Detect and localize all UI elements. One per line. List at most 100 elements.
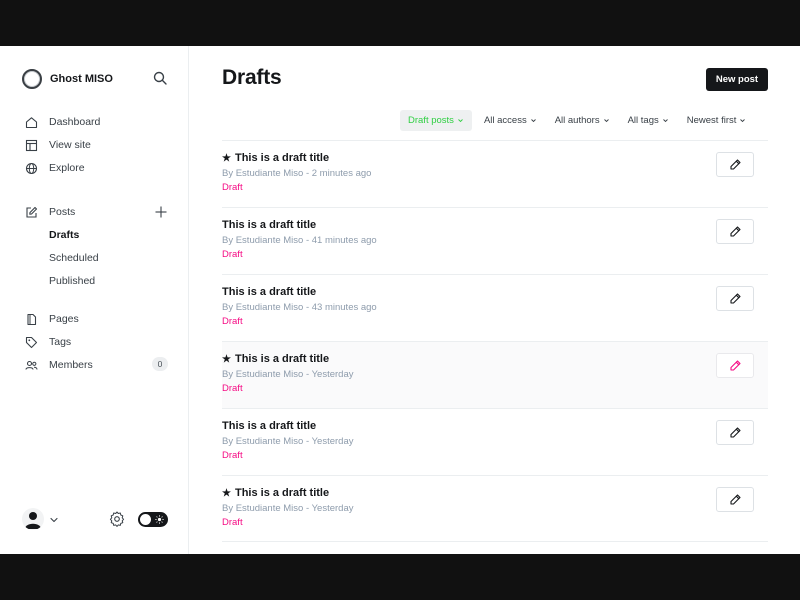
app-window: Ghost MISO Dashboard View site Explore P… xyxy=(0,46,800,554)
post-row[interactable]: This is a draft title By Estudiante Miso… xyxy=(222,408,768,475)
sidebar-item-posts[interactable]: Posts xyxy=(24,203,75,221)
sidebar-footer xyxy=(22,508,172,530)
post-row[interactable]: ★ This is a draft title By Estudiante Mis… xyxy=(222,140,768,207)
post-title-text: This is a draft title xyxy=(222,420,317,432)
filter-order-dropdown[interactable]: Newest first xyxy=(681,110,753,131)
sidebar-item-scheduled[interactable]: Scheduled xyxy=(49,250,99,266)
theme-toggle[interactable] xyxy=(138,512,168,527)
tag-icon xyxy=(24,335,38,349)
filter-label: Draft posts xyxy=(408,115,454,126)
pencil-icon xyxy=(729,427,741,438)
sidebar-item-label: Members xyxy=(49,359,93,371)
brand-name: Ghost MISO xyxy=(50,73,113,85)
edit-post-button[interactable] xyxy=(716,152,754,177)
gear-icon[interactable] xyxy=(108,510,126,528)
sidebar-item-label: View site xyxy=(49,139,91,151)
page-title: Drafts xyxy=(222,66,282,89)
pencil-icon xyxy=(729,293,741,304)
sidebar-item-members[interactable]: Members xyxy=(24,356,93,374)
post-meta: By Estudiante Miso - Yesterday xyxy=(222,369,354,380)
post-title: This is a draft title xyxy=(222,286,316,298)
toggle-knob xyxy=(140,514,151,525)
post-meta: By Estudiante Miso - 43 minutes ago xyxy=(222,302,377,313)
pencil-icon xyxy=(729,360,741,371)
pages-icon xyxy=(24,312,38,326)
edit-post-button[interactable] xyxy=(716,353,754,378)
filter-access-dropdown[interactable]: All access xyxy=(478,110,543,131)
pencil-icon xyxy=(729,494,741,505)
filter-tags-dropdown[interactable]: All tags xyxy=(622,110,675,131)
star-icon: ★ xyxy=(222,353,231,365)
chevron-down-icon xyxy=(603,117,610,124)
post-row[interactable]: This is a draft title By Estudiante Miso… xyxy=(222,207,768,274)
filter-label: All access xyxy=(483,115,527,126)
sidebar-item-label: Tags xyxy=(49,336,72,348)
edit-post-button[interactable] xyxy=(716,420,754,445)
post-title: This is a draft title xyxy=(222,219,316,231)
star-icon: ★ xyxy=(222,487,231,499)
filter-label: All tags xyxy=(627,115,659,126)
filter-label: All authors xyxy=(554,115,600,126)
post-title: ★ This is a draft title xyxy=(222,487,329,499)
layout-icon xyxy=(24,138,38,152)
sidebar-item-dashboard[interactable]: Dashboard xyxy=(24,113,100,131)
search-icon[interactable] xyxy=(151,69,169,87)
pencil-icon xyxy=(729,226,741,237)
status-badge: Draft xyxy=(222,249,243,260)
post-title: This is a draft title xyxy=(222,420,316,432)
status-badge: Draft xyxy=(222,182,243,193)
chevron-down-icon xyxy=(457,117,464,124)
status-badge: Draft xyxy=(222,517,243,528)
filter-type-dropdown[interactable]: Draft posts xyxy=(400,110,472,131)
sidebar-item-label: Dashboard xyxy=(49,116,101,128)
post-title-text: This is a draft title xyxy=(234,487,330,499)
chevron-down-icon xyxy=(739,117,746,124)
add-post-plus-icon[interactable] xyxy=(154,205,168,219)
sidebar-item-label: Explore xyxy=(49,162,85,174)
post-title-text: This is a draft title xyxy=(234,353,330,365)
post-row[interactable]: ★ This is a draft title By Estudiante Mis… xyxy=(222,341,768,408)
post-title-text: This is a draft title xyxy=(222,286,317,298)
edit-post-button[interactable] xyxy=(716,487,754,512)
brand[interactable]: Ghost MISO xyxy=(22,68,172,90)
brand-logo xyxy=(22,69,42,89)
post-title-text: This is a draft title xyxy=(222,219,317,231)
star-icon: ★ xyxy=(222,152,231,164)
chevron-down-icon xyxy=(530,117,537,124)
sidebar: Ghost MISO Dashboard View site Explore P… xyxy=(0,46,189,554)
members-count-badge: 0 xyxy=(152,357,168,371)
post-meta: By Estudiante Miso - Yesterday xyxy=(222,503,354,514)
post-meta: By Estudiante Miso - Yesterday xyxy=(222,436,354,447)
post-meta: By Estudiante Miso - 2 minutes ago xyxy=(222,168,372,179)
chevron-down-icon xyxy=(662,117,669,124)
edit-post-button[interactable] xyxy=(716,286,754,311)
sidebar-item-label: Posts xyxy=(49,206,76,218)
filter-authors-dropdown[interactable]: All authors xyxy=(549,110,616,131)
filter-label: Newest first xyxy=(686,115,737,126)
pencil-icon xyxy=(729,159,741,170)
globe-icon xyxy=(24,161,38,175)
chevron-down-icon[interactable] xyxy=(48,513,60,525)
sun-icon xyxy=(155,515,164,524)
post-meta: By Estudiante Miso - 41 minutes ago xyxy=(222,235,377,246)
post-row[interactable]: This is a draft title By Estudiante Miso… xyxy=(222,274,768,341)
status-badge: Draft xyxy=(222,383,243,394)
main-content: Drafts New post Draft posts All access A… xyxy=(189,46,800,554)
sidebar-item-published[interactable]: Published xyxy=(49,273,95,289)
new-post-button[interactable]: New post xyxy=(706,68,768,91)
post-title-text: This is a draft title xyxy=(234,152,330,164)
sidebar-item-drafts[interactable]: Drafts xyxy=(49,227,79,243)
sidebar-item-pages[interactable]: Pages xyxy=(24,310,79,328)
avatar[interactable] xyxy=(22,508,44,530)
members-icon xyxy=(24,358,38,372)
sidebar-item-view-site[interactable]: View site xyxy=(24,136,91,154)
post-row[interactable]: ★ This is a draft title By Estudiante Mis… xyxy=(222,475,768,542)
sidebar-item-tags[interactable]: Tags xyxy=(24,333,71,351)
letterbox-top xyxy=(0,0,800,46)
sidebar-item-explore[interactable]: Explore xyxy=(24,159,85,177)
letterbox-bottom xyxy=(0,554,800,600)
edit-post-button[interactable] xyxy=(716,219,754,244)
home-icon xyxy=(24,115,38,129)
status-badge: Draft xyxy=(222,450,243,461)
edit-post-icon xyxy=(24,205,38,219)
